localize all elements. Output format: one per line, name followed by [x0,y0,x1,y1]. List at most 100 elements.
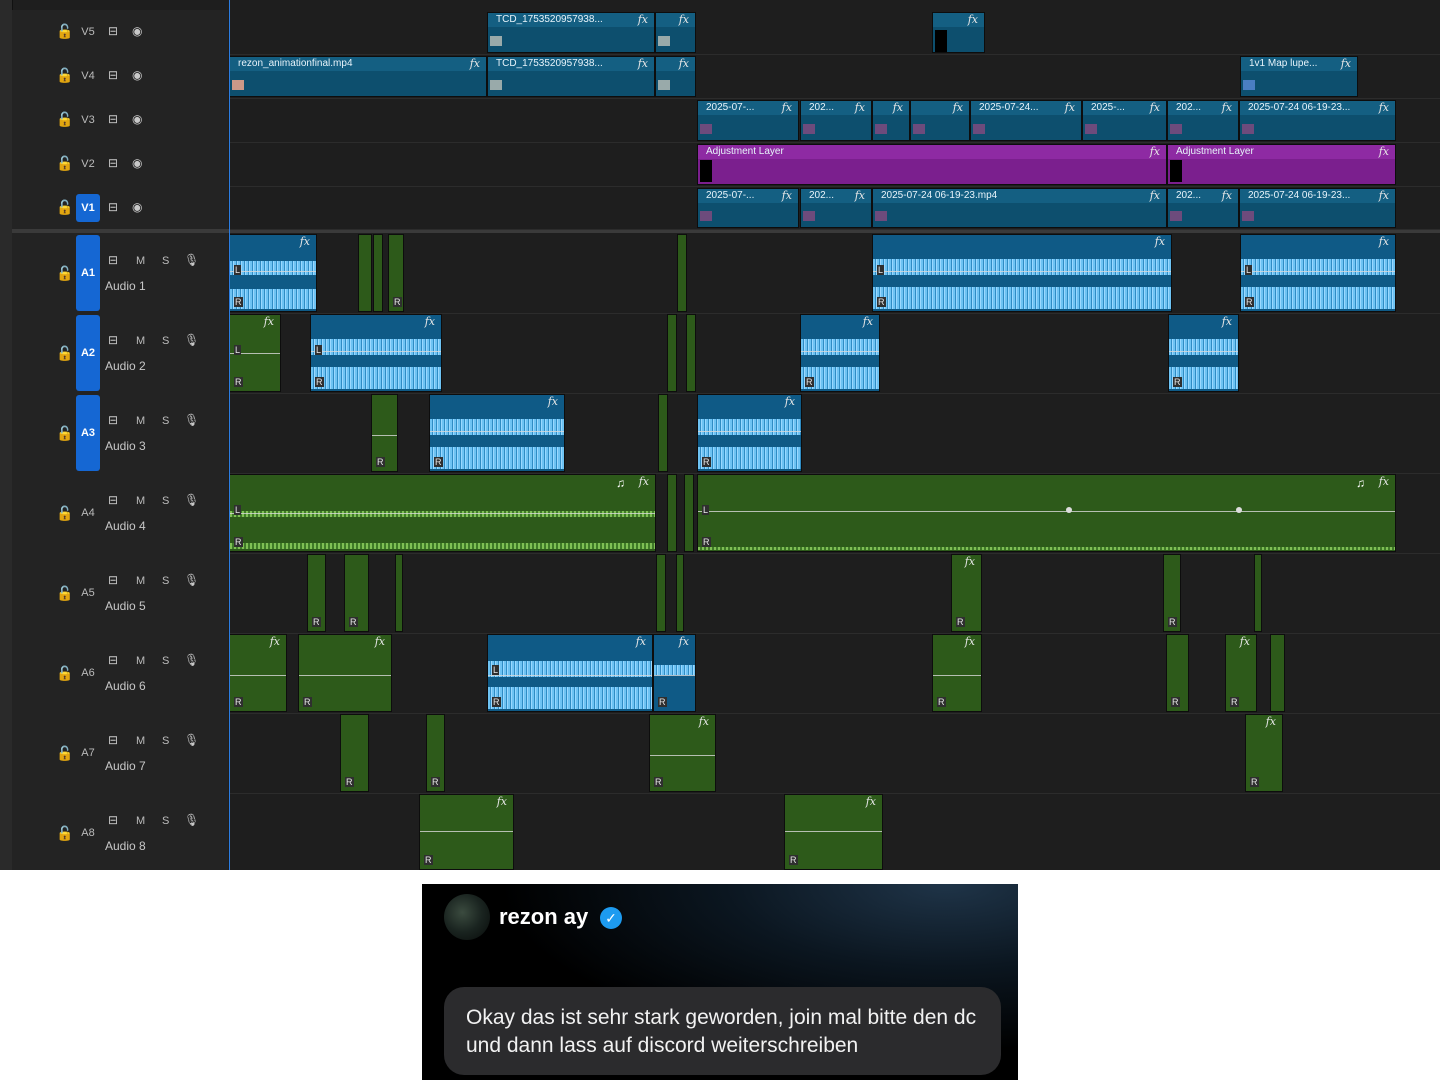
fx-badge[interactable]: fx [470,57,480,70]
video-clip[interactable]: 2025-07-24 06-19-23... fx [1239,100,1396,141]
lock-icon[interactable]: 🔓 [56,665,73,682]
fx-badge[interactable]: fx [968,13,978,26]
fx-badge[interactable]: fx [1150,101,1160,114]
mute-button[interactable]: M [136,415,145,427]
audio-clip[interactable] [658,394,668,472]
fx-badge[interactable]: fx [965,555,975,568]
audio-clip[interactable]: fx L R [310,314,442,392]
audio-clip[interactable]: fx L R [487,634,653,712]
video-clip[interactable]: 202... fx [800,188,872,228]
fx-badge[interactable]: fx [1150,189,1160,202]
lock-icon[interactable]: 🔓 [56,505,73,522]
mute-button[interactable]: M [136,255,145,267]
sync-lock-icon[interactable]: ⊟ [108,573,118,587]
fx-badge[interactable]: fx [1379,145,1389,158]
video-clip[interactable]: rezon_animationfinal.mp4 fx [229,56,487,97]
fx-badge[interactable]: fx [1266,715,1276,728]
microphone-icon[interactable]: 🎙 [184,573,199,587]
mute-button[interactable]: M [136,655,145,667]
audio-clip[interactable]: fx R [1225,634,1257,712]
solo-button[interactable]: S [162,735,169,747]
lane-a6[interactable] [229,633,1440,714]
audio-clip[interactable]: R [1166,634,1189,712]
fx-badge[interactable]: fx [636,635,646,648]
video-clip[interactable]: 2025-07-... fx [697,100,799,141]
track-label-v3[interactable]: V3 [76,108,100,132]
audio-clip[interactable]: fx R [932,634,982,712]
fx-badge[interactable]: fx [1222,101,1232,114]
audio-clip[interactable]: R [426,714,445,792]
microphone-icon[interactable]: 🎙 [184,493,199,507]
fx-badge[interactable]: fx [1379,235,1389,248]
solo-button[interactable]: S [162,415,169,427]
fx-badge[interactable]: fx [1379,475,1389,488]
sync-lock-icon[interactable]: ⊟ [108,68,118,82]
video-clip[interactable]: fx [655,56,696,97]
mute-button[interactable]: M [136,735,145,747]
sync-lock-icon[interactable]: ⊟ [108,333,118,347]
fx-badge[interactable]: fx [855,189,865,202]
track-label-a5[interactable]: A5 [76,581,100,605]
track-label-v2[interactable]: V2 [76,152,100,176]
solo-button[interactable]: S [162,255,169,267]
sync-lock-icon[interactable]: ⊟ [108,733,118,747]
fx-badge[interactable]: fx [785,395,795,408]
sync-lock-icon[interactable]: ⊟ [108,253,118,267]
fx-badge[interactable]: fx [699,715,709,728]
video-clip[interactable]: fx [872,100,910,141]
audio-clip[interactable] [358,234,372,312]
audio-clip[interactable]: fx R [784,794,883,870]
lock-icon[interactable]: 🔓 [56,825,73,842]
video-clip[interactable]: fx [932,12,985,53]
username[interactable]: rezon ay [499,904,588,930]
lock-icon[interactable]: 🔓 [56,111,73,128]
video-clip[interactable]: 2025-07-... fx [697,188,799,228]
audio-clip[interactable]: fx L R [1240,234,1396,312]
track-label-v4[interactable]: V4 [76,64,100,88]
video-clip[interactable]: 202... fx [1167,188,1239,228]
adjustment-layer-clip[interactable]: Adjustment Layer fx [697,144,1167,185]
fx-badge[interactable]: fx [863,315,873,328]
video-clip[interactable]: 2025-... fx [1082,100,1167,141]
track-label-a3[interactable]: A3 [76,421,100,445]
track-label-v1[interactable]: V1 [76,194,100,222]
audio-clip[interactable]: fx R [1168,314,1239,392]
lock-icon[interactable]: 🔓 [56,67,73,84]
audio-clip[interactable]: fx L R [229,234,317,312]
track-label-v5[interactable]: V5 [76,20,100,44]
audio-clip[interactable]: R [344,554,369,632]
video-clip[interactable]: 1v1 Map lupe... fx [1240,56,1358,97]
sync-lock-icon[interactable]: ⊟ [108,24,118,38]
audio-clip[interactable] [1254,554,1262,632]
audio-clip[interactable] [667,474,677,552]
fx-badge[interactable]: fx [1379,189,1389,202]
audio-clip[interactable]: fx R [298,634,392,712]
video-clip[interactable]: 2025-07-24 06-19-23... fx [1239,188,1396,228]
fx-badge[interactable]: fx [270,635,280,648]
video-clip[interactable]: TCD_1753520957938... fx [487,12,655,53]
video-clip[interactable]: 202... fx [1167,100,1239,141]
lock-icon[interactable]: 🔓 [56,155,73,172]
eye-icon[interactable]: ◉ [132,200,142,214]
audio-clip[interactable] [677,234,687,312]
audio-clip[interactable]: R [307,554,326,632]
video-clip[interactable]: fx [910,100,970,141]
audio-clip[interactable]: fx ♫ L R [697,474,1396,552]
mute-button[interactable]: M [136,815,145,827]
audio-clip[interactable]: R [340,714,369,792]
solo-button[interactable]: S [162,575,169,587]
video-clip[interactable]: 202... fx [800,100,872,141]
keyframe[interactable] [1236,507,1242,513]
fx-badge[interactable]: fx [893,101,903,114]
audio-clip[interactable]: R [371,394,398,472]
message-bubble[interactable]: Okay das ist sehr stark geworden, join m… [444,987,1001,1075]
sync-lock-icon[interactable]: ⊟ [108,813,118,827]
fx-badge[interactable]: fx [264,315,274,328]
audio-clip[interactable]: fx R [951,554,982,632]
audio-clip[interactable] [395,554,403,632]
solo-button[interactable]: S [162,815,169,827]
fx-badge[interactable]: fx [965,635,975,648]
audio-clip[interactable] [1270,634,1285,712]
lock-icon[interactable]: 🔓 [56,199,73,216]
eye-icon[interactable]: ◉ [132,24,142,38]
